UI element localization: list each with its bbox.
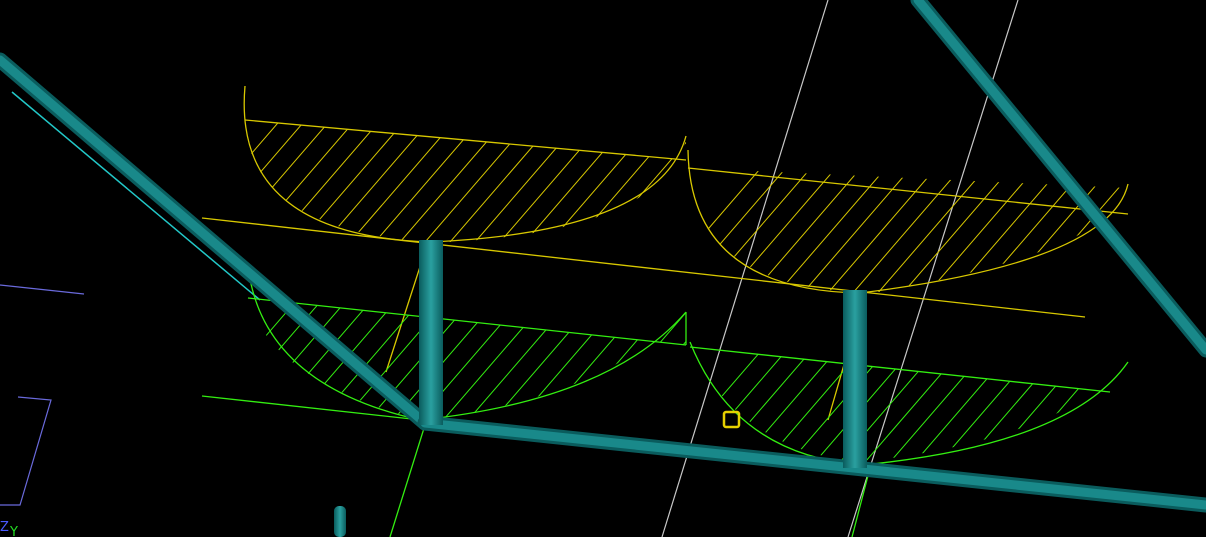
lower-level-group[interactable] (150, 250, 1155, 537)
axis-frame (0, 284, 85, 506)
lower-right-basin-top (689, 346, 1111, 393)
lower-left-hatch (248, 298, 686, 420)
cyan-reference-line (11, 91, 261, 301)
scene-canvas[interactable]: Z Y (0, 0, 1206, 537)
diagonal-beam-left (0, 55, 430, 428)
axis-z-label: Z (0, 520, 9, 535)
lower-right-basin-curve (689, 341, 1129, 466)
frame-edge-corner (0, 396, 52, 506)
vertical-post-left (419, 240, 443, 425)
upper-left-basin-curve (243, 85, 687, 243)
upper-left-basin-top (244, 119, 687, 161)
structural-beams[interactable] (0, 0, 1206, 537)
axis-y-label: Y (9, 525, 18, 537)
upper-right-hatch (688, 168, 1128, 292)
vertical-post-right (843, 290, 867, 468)
upper-level-group[interactable] (125, 80, 1160, 421)
3d-viewport[interactable]: Z Y (0, 0, 1206, 537)
axis-indicator: Z Y (0, 520, 18, 537)
lower-left-basin-curve (247, 265, 687, 421)
upper-base-line (201, 217, 1086, 318)
bottom-beam (420, 418, 1206, 510)
upper-left-hatch (245, 120, 686, 242)
lower-vertical-line-right (851, 467, 871, 537)
frame-edge-top (0, 284, 85, 295)
vertical-post-small (334, 506, 346, 537)
lower-vertical-line-left (389, 424, 426, 537)
diagonal-beam-right (913, 0, 1206, 355)
